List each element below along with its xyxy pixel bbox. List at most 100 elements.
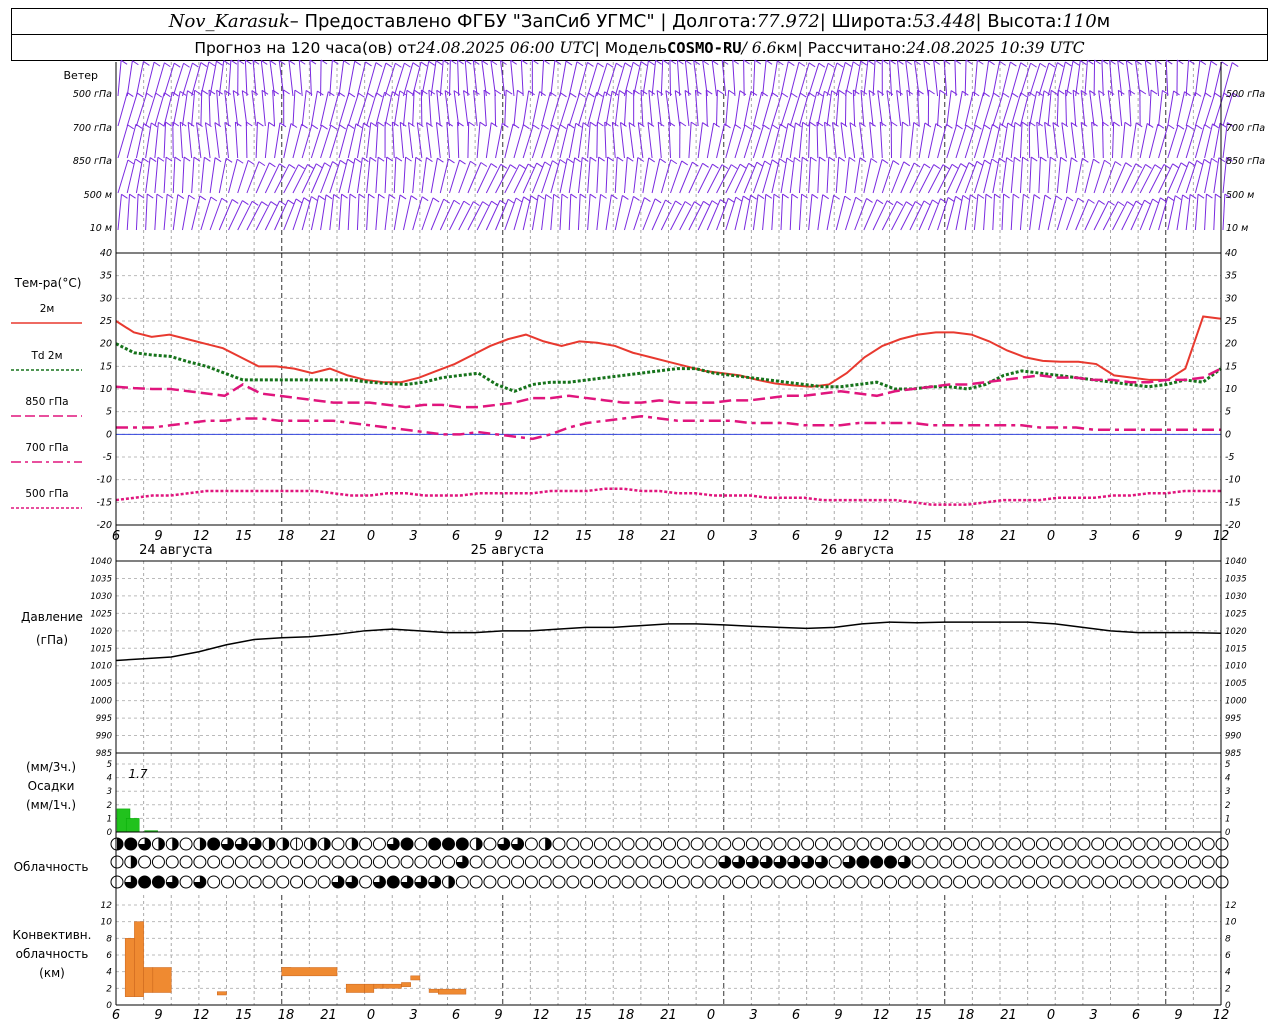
cloud-circle <box>414 855 428 869</box>
wind-barb-flag <box>473 59 480 65</box>
wind-barb <box>246 161 260 194</box>
cloud-full <box>442 838 455 850</box>
cloud-half <box>130 856 137 868</box>
cloud-circle <box>262 855 276 869</box>
wind-barb-flag <box>1155 59 1162 65</box>
wind-barb <box>550 159 561 194</box>
wind-barb-flag <box>457 59 464 65</box>
wind-barb <box>412 157 417 194</box>
wind-barb-flag <box>606 62 614 68</box>
wind-barb-flag <box>453 199 461 205</box>
wind-barb <box>126 60 133 97</box>
wind-barb-flag <box>954 59 962 65</box>
conv-tick-left: 10 <box>101 918 113 928</box>
wind-barb <box>407 122 414 159</box>
wind-barb <box>596 91 606 127</box>
cloud-circle <box>1105 837 1118 851</box>
cloud-circle <box>1187 837 1201 851</box>
hour-label: 18 <box>958 529 975 544</box>
wind-barb <box>1204 123 1213 159</box>
wind-barb-flag <box>1210 60 1218 66</box>
wind-barb-flag <box>984 159 991 165</box>
wind-barb-flag <box>127 124 135 130</box>
wind-barb <box>1185 194 1191 231</box>
wind-barb-flag <box>245 59 252 65</box>
hour-label-bottom: 21 <box>1000 1008 1017 1023</box>
cloud-circle <box>1215 875 1229 889</box>
cloud-circle <box>897 875 911 889</box>
cloud-circle <box>1008 855 1022 869</box>
cloud-circle <box>1146 837 1160 851</box>
temp-tick-right: -5 <box>1225 452 1234 463</box>
conv-title-2: облачность <box>16 947 89 961</box>
hour-label: 15 <box>575 529 592 544</box>
wind-barb <box>992 61 1001 97</box>
wind-barb <box>973 92 985 127</box>
conv-tick-left: 12 <box>101 901 113 911</box>
cloud-full <box>428 838 441 850</box>
wind-barb-flag <box>1180 162 1188 168</box>
wind-barb-flag <box>567 123 575 129</box>
wind-barb <box>1065 157 1072 194</box>
wind-barb-flag <box>1172 163 1179 169</box>
cloud-circle <box>980 855 994 869</box>
wind-barb <box>684 90 690 127</box>
cloud-circle <box>511 875 525 889</box>
cloud-circle <box>939 875 953 889</box>
cloud-circle <box>966 855 980 869</box>
wind-barb-flag <box>965 59 973 65</box>
hour-label-bottom: 9 <box>1174 1008 1182 1023</box>
wind-barb-flag <box>1114 161 1122 166</box>
hour-label: 3 <box>749 529 757 544</box>
wind-barb-flag <box>892 160 900 166</box>
wind-barb-flag <box>647 122 655 127</box>
wind-barb-flag <box>1152 198 1159 204</box>
wind-barb <box>439 158 449 194</box>
wind-barb-flag <box>1165 59 1173 65</box>
wind-barb-flag <box>208 61 216 67</box>
cloud-circle <box>110 855 124 869</box>
cloud-circle <box>911 837 925 851</box>
temp-tick-left: 30 <box>100 293 112 304</box>
wind-barb <box>504 123 514 159</box>
temp-tick-left: 5 <box>106 407 112 418</box>
wind-barb-flag <box>149 157 157 162</box>
wind-barb <box>453 90 460 127</box>
wind-barb <box>384 63 396 97</box>
wind-barb <box>181 195 190 231</box>
wind-barb <box>973 124 985 159</box>
wind-barb <box>992 93 1004 127</box>
wind-barb-flag <box>412 62 420 68</box>
wind-barb <box>568 93 580 127</box>
wind-barb-flag <box>721 59 729 65</box>
wind-barb-flag <box>332 161 339 166</box>
wind-barb <box>550 124 561 159</box>
wind-barb <box>1029 157 1032 194</box>
wind-barb <box>163 122 167 159</box>
wind-barb <box>642 60 649 97</box>
cloud-circle <box>483 855 497 869</box>
hour-label: 0 <box>367 529 375 544</box>
wind-barb-flag <box>754 124 761 130</box>
wind-barb <box>301 90 307 127</box>
wind-barb <box>421 197 434 231</box>
wind-barb-flag <box>410 195 418 201</box>
hour-label-bottom: 9 <box>154 1008 162 1023</box>
wind-barb <box>485 122 492 159</box>
cloud-circle <box>649 837 663 851</box>
wind-barb <box>577 92 589 127</box>
wind-barb-flag <box>298 59 306 65</box>
wind-barb-flag <box>764 160 771 166</box>
wind-barb-flag <box>358 193 366 199</box>
cloud-circle <box>1035 855 1049 869</box>
cloud-circle <box>690 875 704 889</box>
wind-barb <box>1080 90 1086 127</box>
cloud-full <box>456 838 469 850</box>
wind-barb-flag <box>413 89 421 95</box>
wind-barb <box>1158 196 1169 231</box>
wind-barb <box>1084 159 1094 194</box>
press-tick-right: 1005 <box>1225 679 1247 689</box>
wind-barb <box>743 125 755 159</box>
cloud-circle <box>290 875 304 889</box>
wind-barb-flag <box>1108 200 1115 206</box>
